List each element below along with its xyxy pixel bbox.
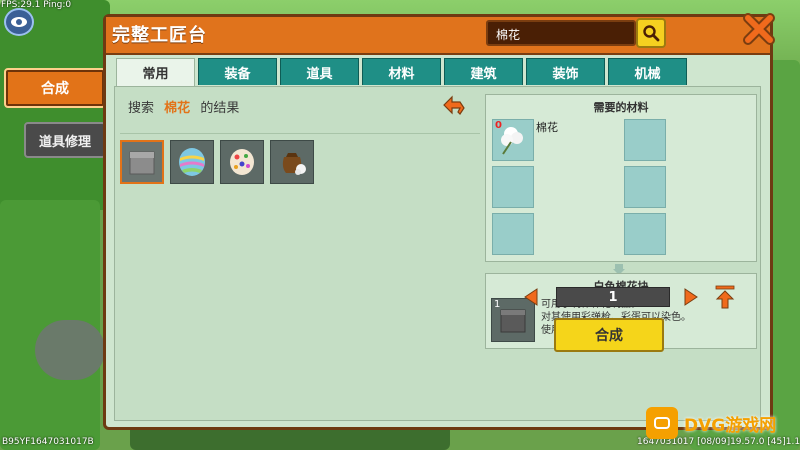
window-title: 完整工匠台 [112, 25, 207, 46]
quantity-field[interactable]: 1 [556, 287, 670, 307]
search-keyword: 棉花 [164, 101, 191, 116]
material-name: 棉花 [536, 121, 558, 134]
item-slot-white-cotton-block[interactable] [120, 140, 164, 184]
watermark: DVG游戏网 [646, 405, 796, 441]
crafting-window: 完整工匠台 棉花 常用 装备 道具 材料 建筑 装饰 机械 搜索 棉花 的结果 [103, 13, 775, 430]
increase-arrow-icon[interactable] [684, 288, 698, 306]
watermark-text: DVG游戏网 [684, 415, 777, 436]
tab-decoration[interactable]: 装饰 [526, 58, 605, 85]
side-tab-repair[interactable]: 道具修理 [24, 122, 106, 158]
content-panel: 搜索 棉花 的结果 需要的材料 0 棉花 1 [114, 86, 761, 421]
material-slot-empty [624, 213, 666, 255]
search-input[interactable]: 棉花 [486, 20, 636, 46]
close-icon [743, 13, 775, 45]
material-slot-empty [492, 213, 534, 255]
tab-common[interactable]: 常用 [116, 58, 195, 87]
tab-equipment[interactable]: 装备 [198, 58, 277, 85]
materials-title: 需要的材料 [593, 101, 649, 114]
craft-button[interactable]: 合成 [554, 318, 664, 352]
side-tab-craft[interactable]: 合成 [4, 68, 106, 108]
search-prefix: 搜索 [128, 101, 155, 116]
materials-panel: 需要的材料 0 棉花 [485, 94, 757, 262]
item-grid [120, 140, 314, 184]
close-button[interactable] [741, 11, 777, 47]
material-slot-empty [624, 119, 666, 161]
tab-props[interactable]: 道具 [280, 58, 359, 85]
material-slot[interactable]: 0 [492, 119, 534, 161]
decrease-arrow-icon[interactable] [524, 288, 538, 306]
rainbow-egg-icon [179, 148, 205, 176]
white-cotton-block-icon [129, 151, 155, 175]
tab-building[interactable]: 建筑 [444, 58, 523, 85]
material-slot-empty [492, 166, 534, 208]
divider [120, 133, 480, 134]
material-slot-empty [624, 166, 666, 208]
search-button[interactable] [636, 18, 666, 48]
tab-machinery[interactable]: 机械 [608, 58, 687, 85]
eye-icon[interactable] [4, 8, 34, 36]
search-icon [643, 25, 660, 42]
material-count: 0 [495, 120, 502, 131]
category-tabs: 常用 装备 道具 材料 建筑 装饰 机械 [116, 58, 687, 87]
title-bar: 完整工匠台 棉花 [106, 17, 770, 55]
build-id: B95YF1647031017B [2, 437, 94, 447]
result-count: 1 [494, 299, 501, 310]
gamepad-logo-icon [646, 407, 678, 439]
item-slot-rainbow-egg[interactable] [170, 140, 214, 184]
search-suffix: 的结果 [200, 101, 240, 116]
search-result-text: 搜索 棉花 的结果 [128, 97, 239, 116]
dotted-egg-icon [230, 149, 254, 175]
item-slot-dotted-egg[interactable] [220, 140, 264, 184]
tab-materials[interactable]: 材料 [362, 58, 441, 85]
cotton-sack-icon [282, 153, 306, 175]
item-slot-cotton-sack[interactable] [270, 140, 314, 184]
back-arrow-icon[interactable] [440, 93, 468, 121]
max-quantity-icon[interactable] [714, 285, 736, 309]
